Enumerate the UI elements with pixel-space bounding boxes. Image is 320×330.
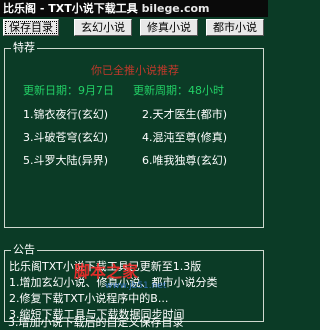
recommend-item[interactable]: 2.天才医生(都市) bbox=[142, 106, 227, 122]
recommend-item[interactable]: 6.唯我独尊(玄幻) bbox=[142, 152, 227, 168]
xuanhuan-tab-button[interactable]: 玄幻小说 bbox=[74, 19, 132, 36]
recommend-panel: 特荐 你已全推小说推荐 更新日期：9月7日 更新周期：48小时 1.锦衣夜行(玄… bbox=[4, 40, 264, 228]
window-title: 比乐阁 - TXT小说下载工具 bbox=[3, 2, 138, 15]
update-date: 更新日期：9月7日 bbox=[23, 84, 114, 97]
recommend-item[interactable]: 1.锦衣夜行(玄幻) bbox=[23, 106, 108, 122]
save-dir-button[interactable]: 保存目录 bbox=[3, 19, 59, 36]
title-bar: 比乐阁 - TXT小说下载工具 bilege.com bbox=[0, 0, 268, 17]
recommend-item[interactable]: 4.混沌至尊(修真) bbox=[142, 129, 227, 145]
notice-legend: 公告 bbox=[11, 242, 37, 258]
recommend-legend: 特荐 bbox=[11, 40, 37, 56]
toolbar: 保存目录 玄幻小说 修真小说 都市小说 bbox=[0, 17, 268, 39]
recommend-item[interactable]: 3.斗破苍穹(玄幻) bbox=[23, 129, 108, 145]
xiuzhen-tab-button[interactable]: 修真小说 bbox=[140, 19, 198, 36]
recommend-item[interactable]: 5.斗罗大陆(异界) bbox=[23, 152, 108, 168]
notice-line: 3.增加小说下载后的自定义保存目录 bbox=[8, 316, 184, 329]
notice-line: 2.修复下载TXT小说程序中的B... bbox=[9, 292, 169, 305]
recommend-banner[interactable]: 你已全推小说推荐 bbox=[91, 62, 179, 78]
watermark-logo: 脚本之家 bbox=[74, 262, 139, 281]
update-cycle: 更新周期：48小时 bbox=[133, 84, 224, 97]
window-site: bilege.com bbox=[141, 2, 210, 15]
dushi-tab-button[interactable]: 都市小说 bbox=[206, 19, 264, 36]
watermark-url: www.jb51.net bbox=[105, 281, 167, 291]
